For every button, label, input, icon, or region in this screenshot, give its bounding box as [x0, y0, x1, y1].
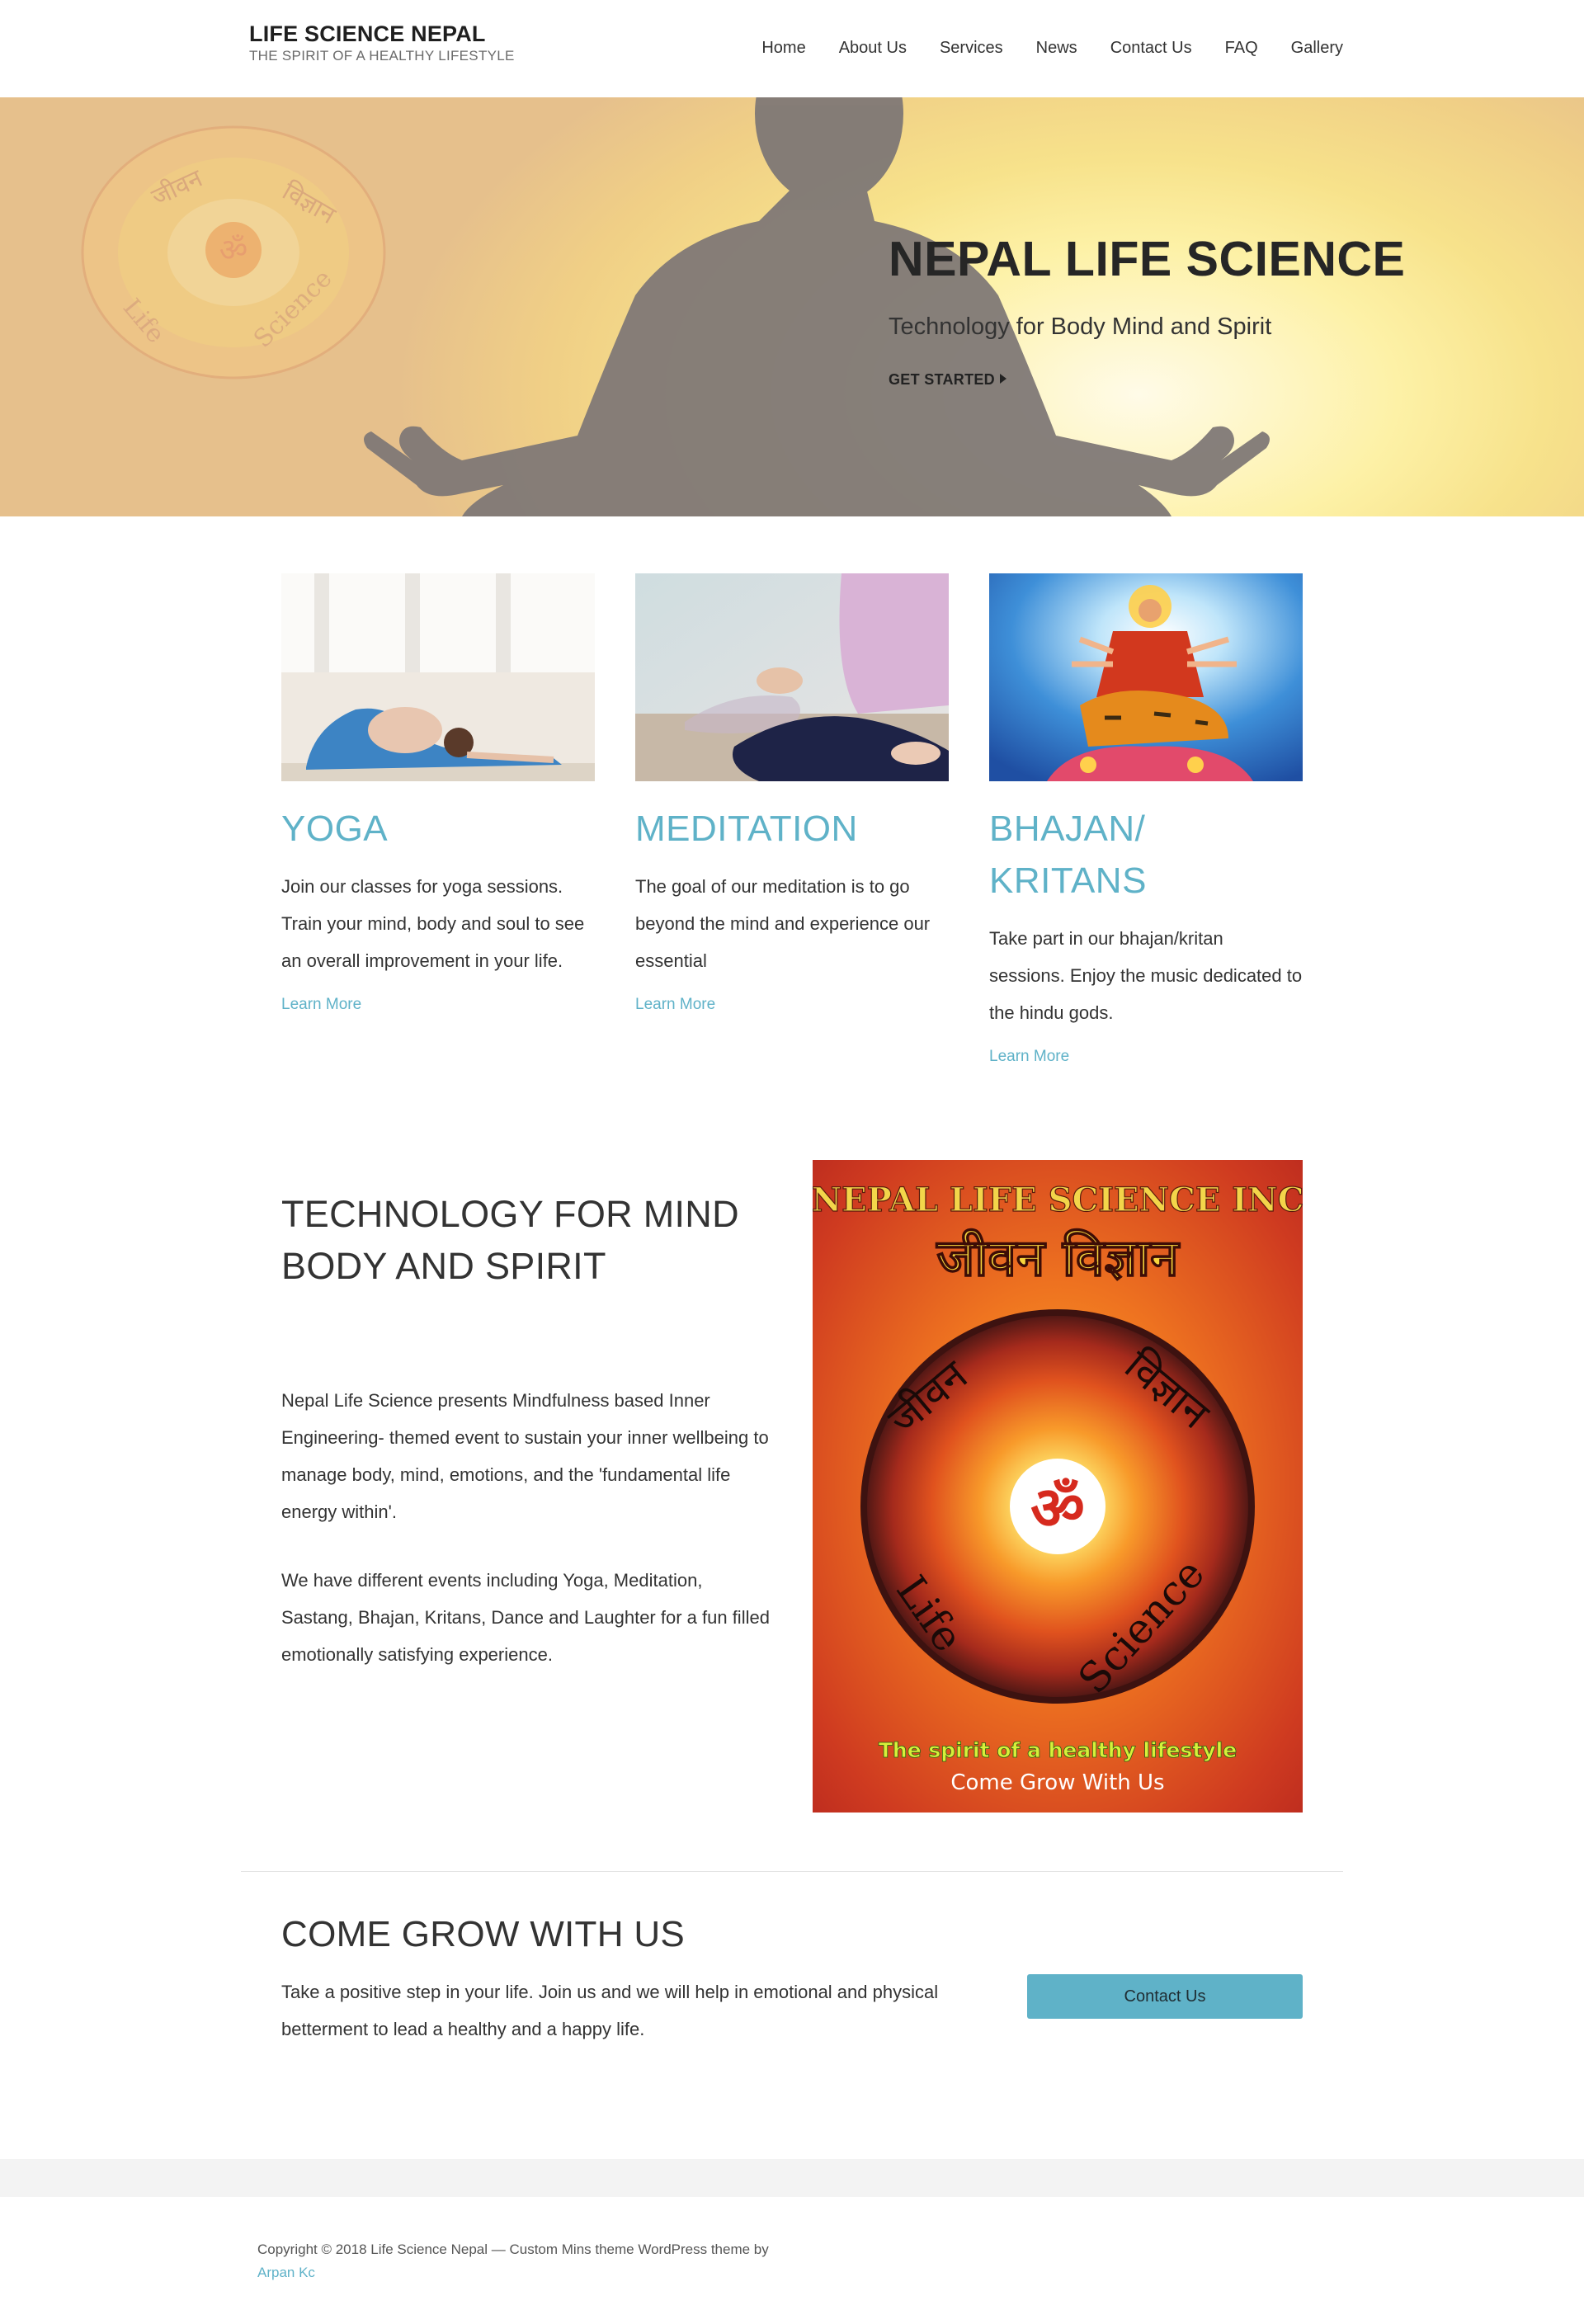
service-title-meditation: MEDITATION [635, 808, 858, 849]
meditation-silhouette [364, 97, 1270, 516]
service-title-bhajan: BHAJAN/ KRITANS [989, 808, 1147, 901]
learn-more-yoga[interactable]: Learn More [281, 996, 595, 1014]
about-paragraph-1: Nepal Life Science presents Mindfulness … [281, 1390, 769, 1522]
hero-banner: ॐ जीवन विज्ञान Life Science NEPAL LIFE S… [0, 97, 1584, 516]
contact-us-button[interactable]: Contact Us [1027, 1974, 1303, 2019]
site-tagline: THE SPIRIT OF A HEALTHY LIFESTYLE [249, 48, 515, 64]
section-divider [241, 1871, 1343, 1872]
main-nav: Home About Us Services News Contact Us F… [728, 36, 1343, 59]
learn-more-meditation[interactable]: Learn More [635, 996, 949, 1014]
service-card-bhajan: BHAJAN/ KRITANS Take part in our bhajan/… [989, 573, 1303, 1066]
nav-home[interactable]: Home [761, 36, 805, 59]
nepal-life-science-poster: ॐ NEPAL LIFE SCIENCE INC जीवन विज्ञान जी… [813, 1160, 1303, 1813]
cta-heading: COME GROW WITH US [281, 1914, 686, 1954]
poster-devanagari-title: जीवन विज्ञान [936, 1228, 1181, 1288]
about-paragraph-2: We have different events including Yoga,… [281, 1570, 770, 1665]
poster-om-icon: ॐ [1030, 1473, 1085, 1543]
footer-author-link[interactable]: Arpan Kc [257, 2265, 315, 2280]
footer-copyright-text: Copyright © 2018 Life Science Nepal — Cu… [257, 2242, 769, 2257]
caret-right-icon [999, 374, 1006, 384]
poster-slogan: The spirit of a healthy lifestyle [879, 1738, 1237, 1762]
service-body-bhajan: Take part in our bhajan/kritan sessions.… [989, 928, 1303, 1023]
service-card-meditation: MEDITATION The goal of our meditation is… [635, 573, 949, 1014]
hero-background-art: ॐ जीवन विज्ञान Life Science [81, 97, 1270, 516]
hero-title: NEPAL LIFE SCIENCE [889, 232, 1406, 286]
nav-about-us[interactable]: About Us [839, 36, 907, 59]
service-card-yoga: YOGA Join our classes for yoga sessions.… [281, 573, 595, 1014]
hero-subtitle: Technology for Body Mind and Spirit [889, 313, 1272, 340]
nav-contact-us[interactable]: Contact Us [1110, 36, 1192, 59]
about-heading: TECHNOLOGY FOR MIND BODY AND SPIRIT [281, 1193, 739, 1287]
site-title[interactable]: LIFE SCIENCE NEPAL [249, 21, 515, 46]
poster-bottom-text: Come Grow With Us [950, 1770, 1164, 1795]
nav-gallery[interactable]: Gallery [1291, 36, 1343, 59]
footer-copyright: Copyright © 2018 Life Science Nepal — Cu… [257, 2238, 769, 2284]
get-started-link[interactable]: GET STARTED [889, 371, 1006, 389]
meditation-image [635, 573, 949, 781]
service-body-meditation: The goal of our meditation is to go beyo… [635, 876, 931, 971]
cta-body: Take a positive step in your life. Join … [281, 1982, 939, 2039]
yoga-image [281, 573, 595, 781]
learn-more-bhajan[interactable]: Learn More [989, 1048, 1303, 1066]
footer-band [0, 2159, 1584, 2197]
site-header: LIFE SCIENCE NEPAL THE SPIRIT OF A HEALT… [0, 0, 1584, 97]
service-title-yoga: YOGA [281, 808, 389, 849]
nav-faq[interactable]: FAQ [1225, 36, 1258, 59]
bhajan-image [989, 573, 1303, 781]
nav-services[interactable]: Services [940, 36, 1003, 59]
service-body-yoga: Join our classes for yoga sessions. Trai… [281, 876, 585, 971]
nav-news[interactable]: News [1036, 36, 1077, 59]
hero-om-icon: ॐ [219, 232, 248, 268]
get-started-label: GET STARTED [889, 371, 995, 388]
brand[interactable]: LIFE SCIENCE NEPAL THE SPIRIT OF A HEALT… [249, 21, 515, 64]
poster-top-title: NEPAL LIFE SCIENCE INC [813, 1181, 1303, 1219]
